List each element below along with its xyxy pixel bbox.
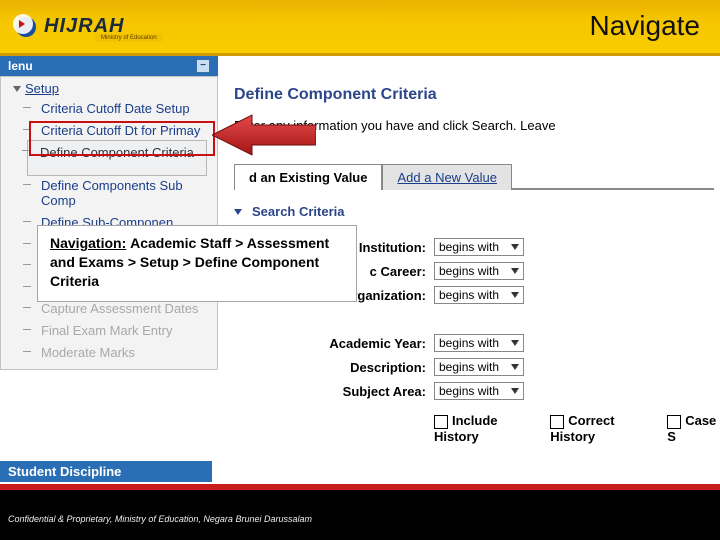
checkbox-include-history[interactable]: Include History <box>434 413 530 444</box>
search-field-row: Subject Area:begins with <box>234 379 720 403</box>
operator-select[interactable]: begins with <box>434 238 524 256</box>
operator-select[interactable]: begins with <box>434 262 524 280</box>
operator-select[interactable]: begins with <box>434 382 524 400</box>
operator-select[interactable]: begins with <box>434 286 524 304</box>
instruction-text: Enter any information you have and click… <box>234 118 720 133</box>
checkbox-correct-history[interactable]: Correct History <box>550 413 647 444</box>
chevron-down-icon <box>511 268 519 274</box>
sidebar-item[interactable]: Criteria Cutoff Date Setup <box>29 98 217 120</box>
footer-text: Confidential & Proprietary, Ministry of … <box>0 490 720 524</box>
checkbox-icon <box>550 415 564 429</box>
sidebar-item[interactable]: Moderate Marks <box>29 342 217 364</box>
checkbox-case-s[interactable]: Case S <box>667 413 720 444</box>
chevron-down-icon <box>511 244 519 250</box>
chevron-down-icon <box>511 340 519 346</box>
history-checkboxes: Include History Correct History Case S <box>234 413 720 444</box>
search-criteria-label: Search Criteria <box>252 204 345 219</box>
logo-tagline: Ministry of Education <box>95 34 163 42</box>
field-label: Description: <box>234 360 434 375</box>
search-field-row: Description:begins with <box>234 355 720 379</box>
field-label: Academic Year: <box>234 336 434 351</box>
sidebar-item[interactable]: Criteria Cutoff Dt for Primay <box>29 120 217 142</box>
top-bar: HIJRAH Ministry of Education Navigate <box>0 0 720 56</box>
search-criteria-header[interactable]: Search Criteria <box>234 204 720 219</box>
logo-icon <box>12 14 38 40</box>
operator-select[interactable]: begins with <box>434 358 524 376</box>
chevron-down-icon <box>13 86 21 92</box>
navigation-callout: Navigation: Academic Staff > Assessment … <box>37 225 357 302</box>
chevron-down-icon <box>511 364 519 370</box>
checkbox-icon <box>434 415 448 429</box>
operator-select[interactable]: begins with <box>434 334 524 352</box>
menu-group-setup[interactable]: Setup <box>1 79 217 98</box>
chevron-down-icon <box>511 388 519 394</box>
menu-title: lenu <box>8 59 33 73</box>
checkbox-icon <box>667 415 681 429</box>
menu-student-discipline[interactable]: Student Discipline <box>0 461 212 482</box>
search-field-row: Academic Year:begins with <box>234 331 720 355</box>
tab-add-new[interactable]: Add a New Value <box>382 164 512 190</box>
chevron-down-icon <box>511 292 519 298</box>
nav-lead: Navigation: <box>50 235 126 251</box>
chevron-down-icon <box>234 209 242 215</box>
form-title: Define Component Criteria <box>234 86 720 104</box>
field-label: Subject Area: <box>234 384 434 399</box>
sidebar-item[interactable]: Define Components Sub Comp <box>29 175 217 212</box>
search-field-row <box>234 307 720 331</box>
tab-strip: d an Existing Value Add a New Value <box>234 163 714 190</box>
menu-group-label: Setup <box>25 81 59 96</box>
footer: Confidential & Proprietary, Ministry of … <box>0 484 720 540</box>
tab-find-existing[interactable]: d an Existing Value <box>234 164 382 190</box>
sidebar-item[interactable]: Final Exam Mark Entry <box>29 320 217 342</box>
sidebar-item[interactable]: Define Component Criteria <box>27 140 207 176</box>
logo: HIJRAH Ministry of Education <box>0 14 124 40</box>
page-title: Navigate <box>589 10 700 42</box>
menu-collapse-button[interactable]: − <box>196 59 210 73</box>
menu-header: lenu − <box>0 56 218 76</box>
